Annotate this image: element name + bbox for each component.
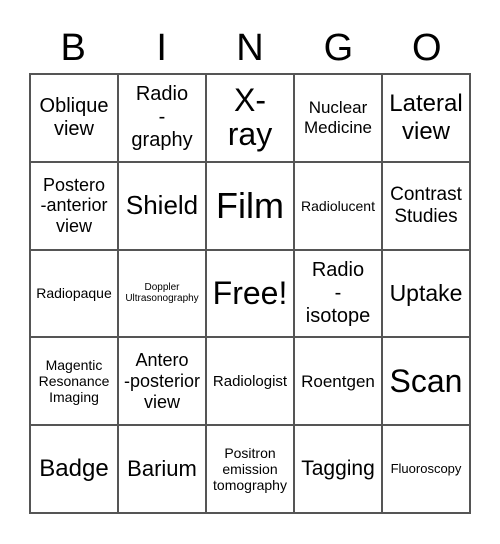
bingo-cell[interactable]: Roentgen [294,337,382,426]
header-letter-b: B [60,27,86,69]
bingo-cell[interactable]: Oblique view [30,74,118,162]
bingo-cell[interactable]: Radiopaque [30,249,118,338]
bingo-cell[interactable]: Radio - graphy [118,74,206,162]
bingo-cell[interactable]: Magentic Resonance Imaging [30,337,118,426]
bingo-cell[interactable]: Uptake [382,249,470,338]
bingo-cell[interactable]: Nuclear Medicine [294,74,382,162]
header-letter-o: O [412,27,442,69]
header-letter-i: I [156,27,167,69]
bingo-cell[interactable]: Positron emission tomography [206,425,294,513]
bingo-grid: Oblique view Radio - graphy X- ray Nucle… [29,73,471,514]
bingo-cell[interactable]: Film [206,161,294,250]
bingo-cell[interactable]: Tagging [294,425,382,513]
bingo-cell[interactable]: X- ray [206,74,294,162]
bingo-cell[interactable]: Lateral view [382,74,470,162]
header-letter-n: N [236,27,264,69]
bingo-cell[interactable]: Antero -posterior view [118,337,206,426]
bingo-header: B I N G O [29,28,471,68]
bingo-cell[interactable]: Radiolucent [294,161,382,250]
bingo-cell[interactable]: Doppler Ultrasonography [118,249,206,338]
bingo-cell[interactable]: Radio - isotope [294,249,382,338]
bingo-cell[interactable]: Fluoroscopy [382,425,470,513]
bingo-cell[interactable]: Scan [382,337,470,426]
bingo-cell[interactable]: Shield [118,161,206,250]
bingo-cell[interactable]: Postero -anterior view [30,161,118,250]
header-letter-g: G [323,27,354,69]
bingo-cell[interactable]: Radiologist [206,337,294,426]
bingo-cell[interactable]: Contrast Studies [382,161,470,250]
bingo-cell[interactable]: Badge [30,425,118,513]
free-space-cell[interactable]: Free! [206,249,294,338]
bingo-cell[interactable]: Barium [118,425,206,513]
